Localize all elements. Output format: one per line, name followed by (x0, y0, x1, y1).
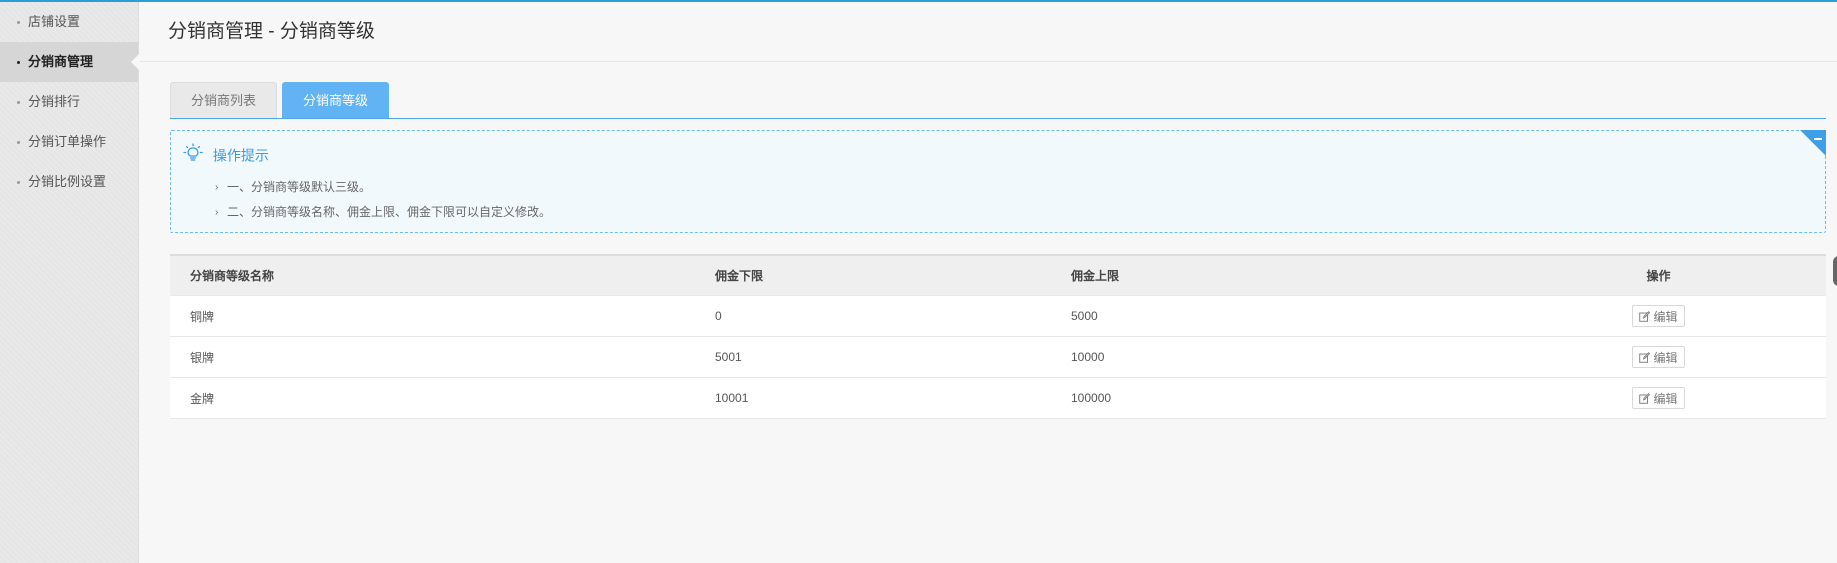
table-row: 银牌 5001 10000 编辑 (170, 337, 1826, 378)
lightbulb-icon (183, 143, 203, 168)
bullet-icon (17, 141, 20, 144)
level-table: 分销商等级名称 佣金下限 佣金上限 操作 铜牌 0 5000 编辑 银牌 500… (170, 254, 1826, 419)
tips-item: › 二、分销商等级名称、佣金上限、佣金下限可以自定义修改。 (215, 200, 551, 225)
bullet-icon (17, 101, 20, 104)
scroll-handle[interactable] (1833, 256, 1837, 286)
level-name: 金牌 (190, 391, 215, 406)
table-header: 分销商等级名称 佣金下限 佣金上限 操作 (170, 256, 1826, 296)
column-header-name: 分销商等级名称 (190, 269, 275, 283)
commission-min: 10001 (715, 391, 749, 405)
edit-button[interactable]: 编辑 (1632, 346, 1685, 368)
tips-list: › 一、分销商等级默认三级。 › 二、分销商等级名称、佣金上限、佣金下限可以自定… (215, 175, 551, 225)
sidebar-item-distributor-management[interactable]: 分销商管理 (0, 42, 139, 82)
edit-label: 编辑 (1653, 350, 1678, 365)
column-header-min: 佣金下限 (715, 269, 764, 283)
sidebar-item-store-settings[interactable]: 店铺设置 (0, 2, 138, 42)
edit-icon (1639, 311, 1651, 323)
commission-min: 5001 (715, 350, 742, 364)
tips-title: 操作提示 (212, 147, 269, 164)
caret-right-icon: › (215, 207, 219, 218)
sidebar: 店铺设置 分销商管理 分销排行 分销订单操作 分销比例设置 (0, 2, 139, 563)
sidebar-item-distribution-ratio[interactable]: 分销比例设置 (0, 162, 138, 202)
operation-tips-panel: 操作提示 › 一、分销商等级默认三级。 › 二、分销商等级名称、佣金上限、佣金下… (170, 130, 1826, 233)
bullet-icon (17, 181, 20, 184)
tab-bar: 分销商列表 分销商等级 (170, 82, 1826, 119)
sidebar-item-label: 分销排行 (28, 94, 81, 109)
tab-distributor-level[interactable]: 分销商等级 (282, 82, 390, 118)
action-cell: 编辑 (1491, 305, 1826, 327)
tips-item-text: 二、分销商等级名称、佣金上限、佣金下限可以自定义修改。 (227, 205, 552, 219)
edit-icon (1639, 352, 1651, 364)
edit-button[interactable]: 编辑 (1632, 305, 1685, 327)
main-content: 分销商管理 - 分销商等级 分销商列表 分销商等级 操作提示 › 一、分销商等级… (140, 2, 1837, 563)
sidebar-item-label: 店铺设置 (28, 14, 81, 29)
sidebar-item-label: 分销订单操作 (28, 134, 107, 149)
column-header-action: 操作 (1646, 269, 1671, 283)
edit-label: 编辑 (1653, 391, 1678, 406)
edit-button[interactable]: 编辑 (1632, 387, 1685, 409)
sidebar-item-distribution-orders[interactable]: 分销订单操作 (0, 122, 138, 162)
page-title: 分销商管理 - 分销商等级 (140, 2, 1837, 62)
commission-max: 10000 (1071, 350, 1105, 364)
level-name: 银牌 (190, 350, 215, 365)
tips-item: › 一、分销商等级默认三级。 (215, 175, 551, 200)
table-row: 铜牌 0 5000 编辑 (170, 296, 1826, 337)
sidebar-item-label: 分销商管理 (28, 54, 94, 69)
column-header-max: 佣金上限 (1071, 269, 1120, 283)
caret-right-icon: › (215, 182, 219, 193)
minus-icon[interactable] (1814, 138, 1822, 140)
sidebar-item-label: 分销比例设置 (28, 174, 107, 189)
action-cell: 编辑 (1491, 387, 1826, 409)
table-row: 金牌 10001 100000 编辑 (170, 378, 1826, 419)
commission-max: 5000 (1071, 309, 1098, 323)
edit-label: 编辑 (1653, 309, 1678, 324)
level-name: 铜牌 (190, 309, 215, 324)
commission-min: 0 (715, 309, 722, 323)
commission-max: 100000 (1071, 391, 1112, 405)
tips-header: 操作提示 (183, 143, 269, 164)
tab-distributor-list[interactable]: 分销商列表 (170, 82, 278, 118)
collapse-corner[interactable] (1800, 130, 1826, 156)
bullet-icon (17, 61, 20, 64)
bullet-icon (17, 21, 20, 24)
edit-icon (1639, 393, 1651, 405)
sidebar-item-distribution-ranking[interactable]: 分销排行 (0, 82, 138, 122)
action-cell: 编辑 (1491, 346, 1826, 368)
tips-item-text: 一、分销商等级默认三级。 (227, 180, 372, 194)
